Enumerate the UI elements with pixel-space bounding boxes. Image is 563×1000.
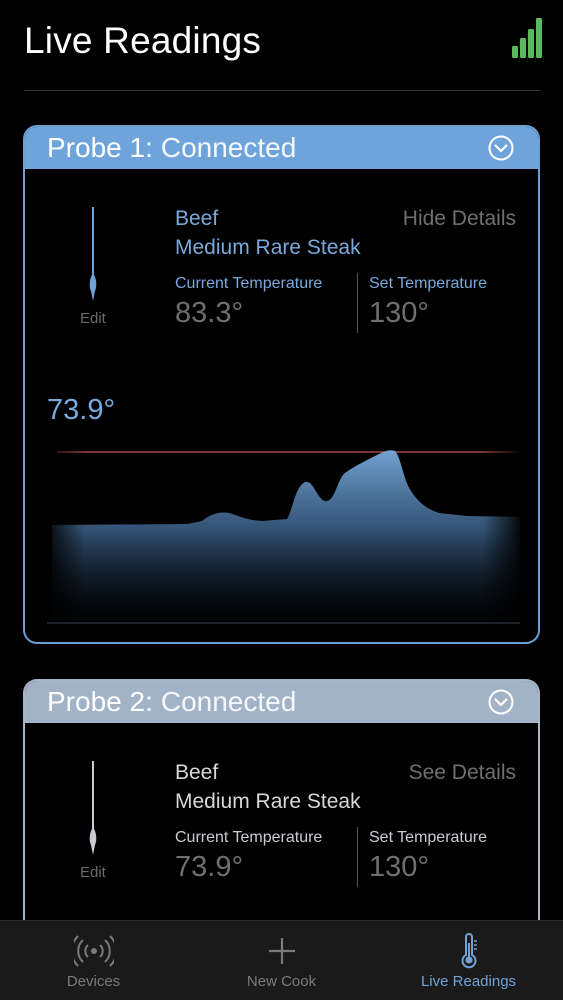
tab-label: Live Readings — [420, 973, 517, 990]
set-temperature-label: Set Temperature — [369, 275, 487, 292]
chevron-down-icon[interactable] — [488, 135, 514, 161]
header-divider — [24, 90, 540, 91]
broadcast-icon — [73, 935, 114, 967]
chevron-down-icon[interactable] — [488, 689, 514, 715]
stat-divider — [357, 273, 358, 333]
edit-button[interactable]: Edit — [80, 864, 106, 881]
page-title: Live Readings — [24, 20, 262, 61]
signal-bars-icon — [512, 18, 542, 58]
probe-thermometer-icon[interactable] — [87, 207, 99, 302]
probe-card-header[interactable]: Probe 2: Connected — [25, 681, 538, 723]
food-description: Medium Rare Steak — [175, 790, 361, 813]
current-temperature-label: Current Temperature — [175, 829, 323, 846]
tab-new-cook[interactable]: New Cook — [188, 921, 375, 1000]
probe-name: Probe 1: — [47, 132, 153, 163]
set-temperature-value[interactable]: 130° — [369, 851, 429, 884]
tab-bar: Devices New Cook Live Readings — [0, 920, 563, 1000]
current-temperature-value: 83.3° — [175, 297, 244, 329]
food-type: Beef — [175, 207, 219, 230]
current-temperature-value: 73.9° — [175, 851, 244, 883]
header: Live Readings — [0, 0, 563, 92]
hide-details-link[interactable]: Hide Details — [403, 207, 516, 231]
current-temperature-label: Current Temperature — [175, 275, 323, 292]
tab-label: Devices — [66, 973, 121, 990]
graph-current-value: 73.9° — [47, 394, 116, 426]
probe-name: Probe 2: — [47, 686, 153, 717]
probe-card-1[interactable]: Probe 1: Connected Edit Beef Medium Rare… — [23, 125, 540, 644]
food-description: Medium Rare Steak — [175, 236, 361, 259]
tab-label: New Cook — [246, 973, 317, 990]
tab-live-readings[interactable]: Live Readings — [375, 921, 562, 1000]
stat-divider — [357, 827, 358, 887]
plus-icon — [268, 938, 295, 964]
edit-button[interactable]: Edit — [80, 310, 106, 327]
set-temperature-value[interactable]: 130° — [369, 297, 429, 330]
thermometer-icon — [461, 933, 477, 969]
tab-devices[interactable]: Devices — [0, 921, 187, 1000]
probe-status: Connected — [160, 132, 297, 163]
see-details-link[interactable]: See Details — [409, 761, 516, 785]
probe-card-header[interactable]: Probe 1: Connected — [25, 127, 538, 169]
probe-status: Connected — [160, 686, 297, 717]
probe-card-2[interactable]: Probe 2: Connected Edit Beef Medium Rare… — [23, 679, 540, 920]
temperature-graph — [47, 437, 520, 627]
set-temperature-label: Set Temperature — [369, 829, 487, 846]
food-type: Beef — [175, 761, 219, 784]
probe-thermometer-icon[interactable] — [87, 761, 99, 856]
